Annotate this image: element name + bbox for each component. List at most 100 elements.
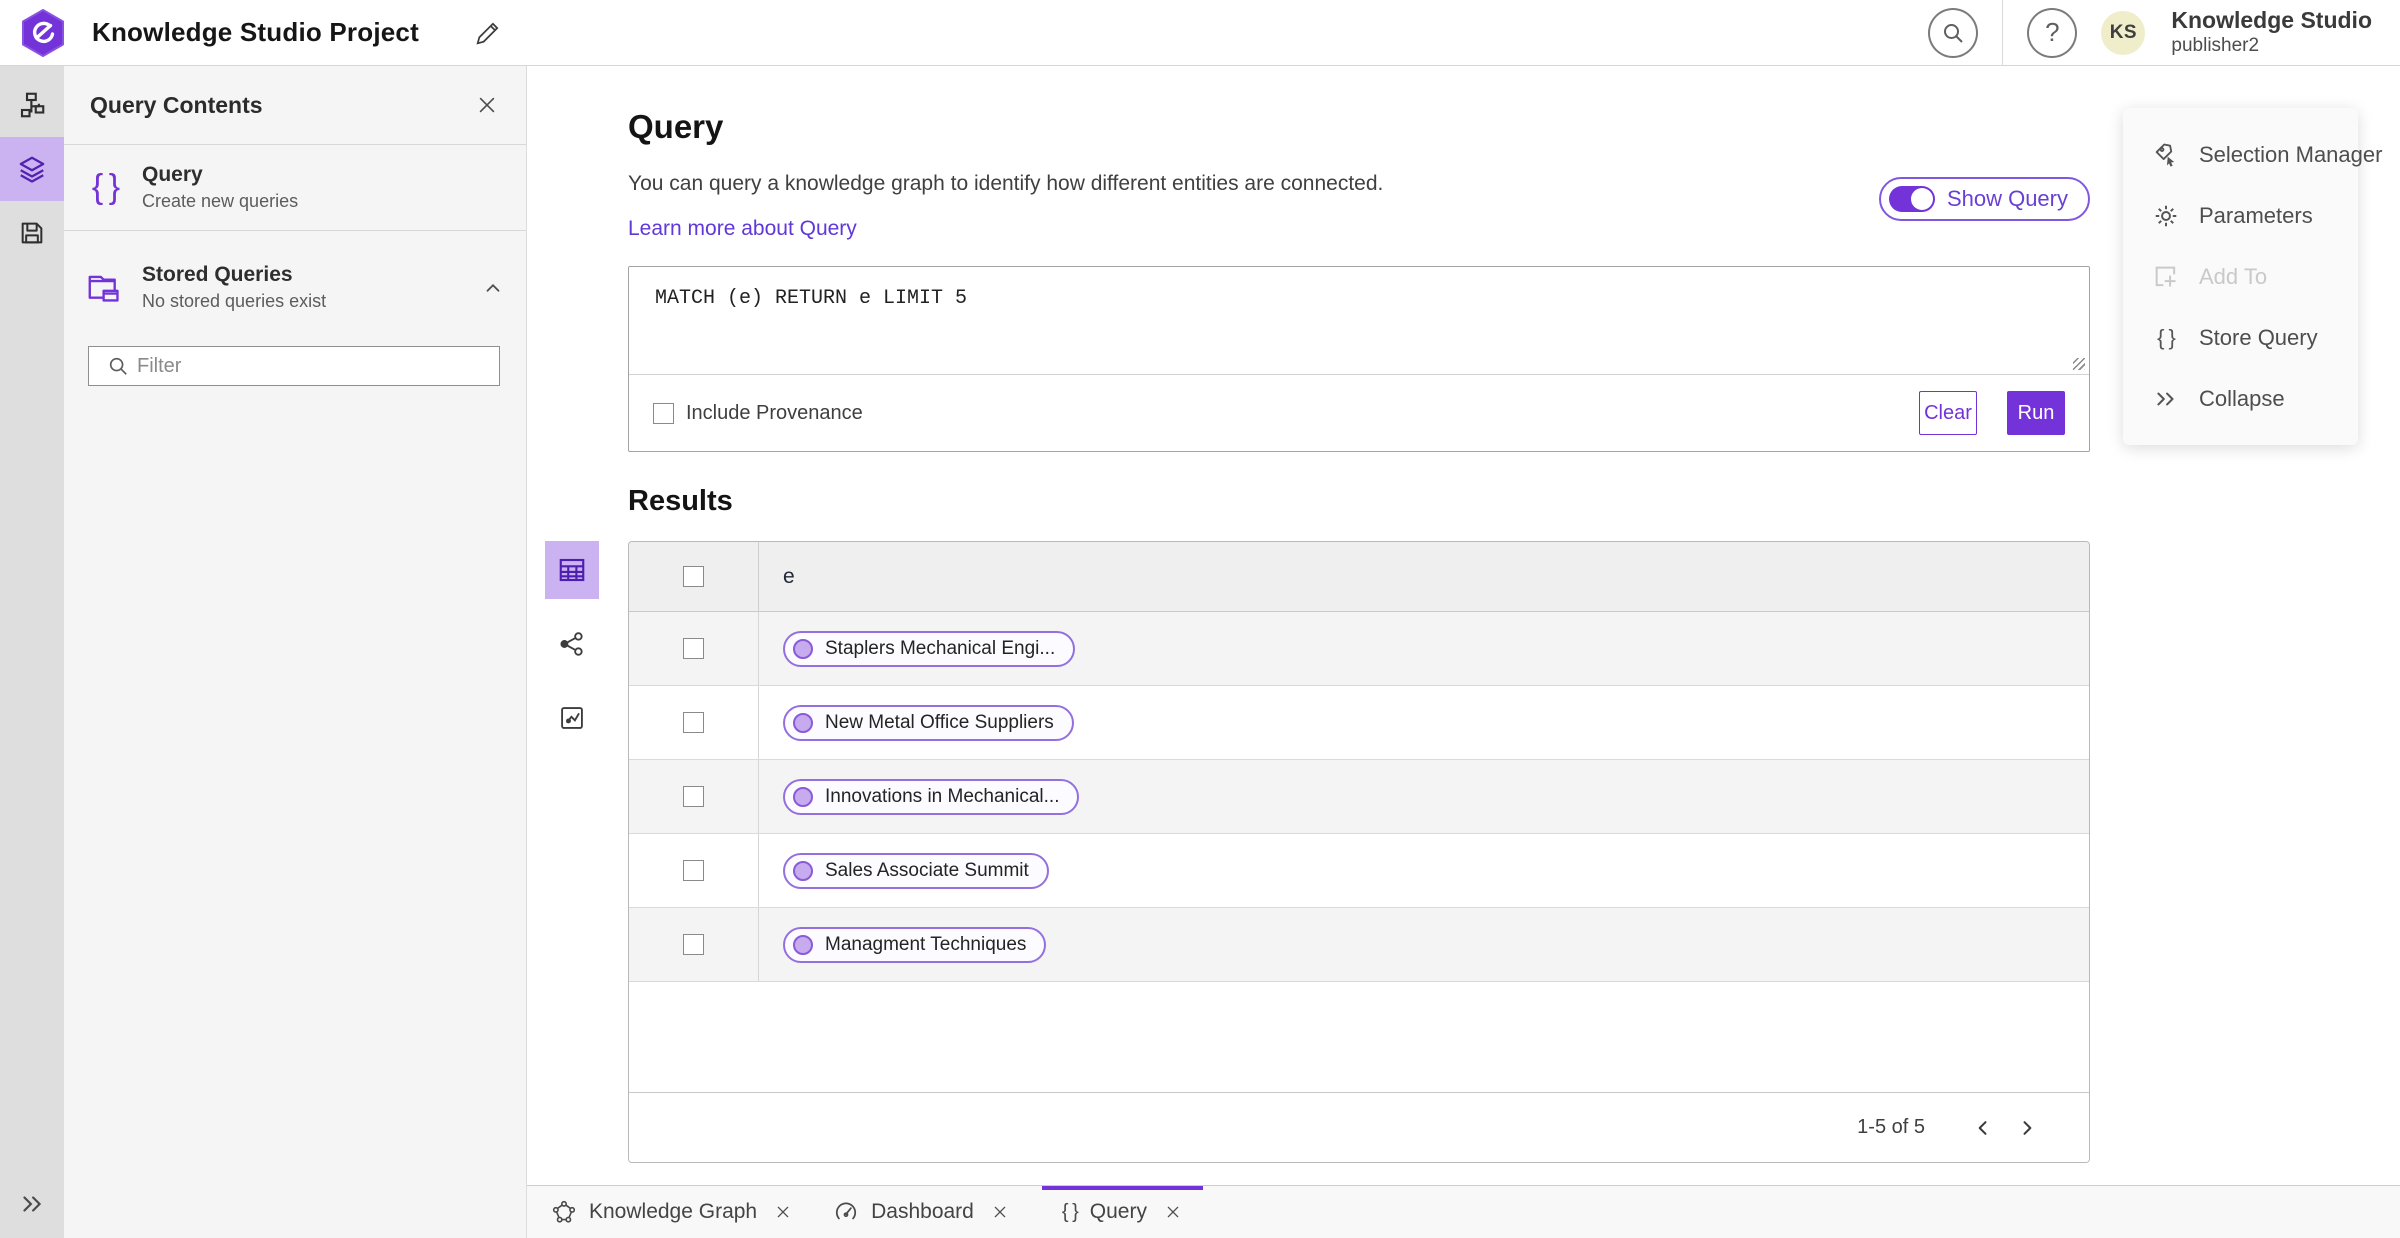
graph-view-icon: [558, 630, 586, 658]
help-button[interactable]: ?: [2029, 9, 2076, 56]
table-header-row: e: [629, 542, 2089, 612]
rail-expand-button[interactable]: [0, 1184, 64, 1224]
rail-item-save[interactable]: [0, 201, 64, 265]
view-link-chart-button[interactable]: [545, 689, 599, 747]
toggle-knob: [1910, 188, 1933, 210]
header-actions: ? KS Knowledge Studio publisher2: [1904, 0, 2400, 66]
table-row: Staplers Mechanical Engi...: [629, 612, 2089, 686]
edit-title-icon[interactable]: [471, 16, 505, 50]
view-graph-button[interactable]: [545, 615, 599, 673]
panel-item-query-subtitle: Create new queries: [142, 191, 299, 211]
panel-item-stored-subtitle: No stored queries exist: [142, 291, 327, 311]
row-checkbox[interactable]: [683, 934, 704, 955]
entity-chip[interactable]: Managment Techniques: [783, 926, 1047, 963]
store-query-button[interactable]: { } Store Query: [2123, 307, 2358, 368]
header-checkbox-cell: [629, 542, 759, 611]
entity-dot-icon: [793, 786, 813, 807]
toggle-label: Show Query: [1946, 186, 2068, 211]
view-table-button[interactable]: [545, 541, 599, 599]
selection-manager-icon: [2149, 141, 2183, 169]
braces-icon: { }: [1061, 1200, 1079, 1223]
parameters-button[interactable]: Parameters: [2123, 185, 2358, 246]
selection-manager-button[interactable]: Selection Manager: [2123, 124, 2382, 185]
select-all-checkbox[interactable]: [683, 566, 704, 587]
header-search-wrap: [1904, 9, 2002, 56]
learn-more-link[interactable]: Learn more about Query: [628, 217, 857, 241]
entity-dot-icon: [793, 934, 813, 955]
table-footer: 1-5 of 5: [629, 1092, 2089, 1162]
table-view-icon: [557, 555, 587, 585]
close-icon[interactable]: [990, 1202, 1010, 1222]
query-description: You can query a knowledge graph to ident…: [628, 172, 1384, 195]
collapse-button[interactable]: Collapse: [2123, 368, 2358, 429]
filter-search-icon: [107, 355, 129, 377]
toggle-switch[interactable]: [1888, 186, 1935, 212]
row-checkbox[interactable]: [683, 860, 704, 881]
help-icon: ?: [2045, 17, 2060, 47]
collapse-icon: [2149, 386, 2183, 412]
search-icon: [1941, 21, 1965, 45]
resize-handle[interactable]: [2073, 358, 2085, 370]
query-editor: MATCH (e) RETURN e LIMIT 5 Include Prove…: [628, 266, 2090, 452]
rail-item-hierarchy[interactable]: [0, 73, 64, 137]
panel-item-query[interactable]: { } Query Create new queries: [64, 145, 526, 231]
panel-close-icon[interactable]: [470, 88, 504, 122]
include-provenance-checkbox[interactable]: [653, 402, 674, 424]
filter-box: [88, 346, 500, 386]
project-title: Knowledge Studio Project: [92, 17, 419, 47]
table-row: New Metal Office Suppliers: [629, 686, 2089, 760]
query-actions-panel: Selection Manager Parameters Add To { }: [2123, 108, 2382, 445]
clear-button[interactable]: Clear: [1919, 391, 1977, 435]
user-name: Knowledge Studio: [2171, 7, 2372, 34]
user-avatar[interactable]: KS: [2101, 10, 2146, 55]
query-text-input[interactable]: MATCH (e) RETURN e LIMIT 5: [629, 267, 2089, 374]
row-checkbox[interactable]: [683, 638, 704, 659]
panel-item-stored-text: Stored Queries No stored queries exist: [142, 263, 326, 312]
panel-item-query-title: Query: [142, 163, 203, 186]
panel-item-stored-title: Stored Queries: [142, 263, 293, 286]
save-icon: [18, 219, 46, 247]
entity-chip[interactable]: New Metal Office Suppliers: [783, 704, 1074, 741]
rail-item-contents[interactable]: [0, 137, 64, 201]
pagination-prev-icon[interactable]: [1961, 1106, 2005, 1150]
filter-input[interactable]: [137, 354, 489, 378]
run-button[interactable]: Run: [2007, 391, 2065, 435]
search-button[interactable]: [1930, 9, 1977, 56]
app-root: Knowledge Studio Project ? KS Knowledge …: [0, 0, 2400, 1238]
query-contents-panel: Query Contents { } Query Create new quer…: [64, 66, 527, 1238]
row-checkbox[interactable]: [683, 712, 704, 733]
main-area: Query You can query a knowledge graph to…: [527, 66, 2400, 1185]
results-heading: Results: [628, 485, 733, 517]
entity-chip[interactable]: Staplers Mechanical Engi...: [783, 630, 1076, 667]
entity-chip[interactable]: Innovations in Mechanical...: [783, 778, 1080, 815]
braces-icon: { }: [2157, 324, 2176, 350]
table-row: Sales Associate Summit: [629, 834, 2089, 908]
entity-chip[interactable]: Sales Associate Summit: [783, 852, 1049, 889]
pagination-next-icon[interactable]: [2005, 1106, 2049, 1150]
results-view-switcher: [545, 541, 599, 747]
entity-dot-icon: [793, 638, 813, 659]
tab-knowledge-graph[interactable]: Knowledge Graph: [531, 1186, 813, 1238]
row-checkbox[interactable]: [683, 786, 704, 807]
close-icon[interactable]: [773, 1202, 793, 1222]
knowledge-graph-icon: [551, 1199, 577, 1225]
tab-dashboard[interactable]: Dashboard: [813, 1186, 1030, 1238]
bottom-tab-bar: Knowledge Graph Dashboard { } Query: [527, 1185, 2400, 1238]
include-provenance-label: Include Provenance: [686, 401, 863, 424]
braces-icon: { }: [91, 168, 120, 206]
filter-wrap: [88, 346, 500, 386]
panel-item-query-text: Query Create new queries: [142, 163, 298, 212]
dashboard-icon: [833, 1199, 859, 1225]
panel-item-stored-queries[interactable]: Stored Queries No stored queries exist: [64, 245, 526, 330]
table-empty-space: [629, 982, 2089, 1092]
folder-icon: [82, 271, 128, 305]
entity-dot-icon: [793, 860, 813, 881]
close-icon[interactable]: [1163, 1202, 1183, 1222]
table-row: Innovations in Mechanical...: [629, 760, 2089, 834]
chevron-up-icon[interactable]: [482, 277, 504, 299]
user-menu[interactable]: Knowledge Studio publisher2: [2171, 8, 2372, 56]
query-editor-toolbar: Include Provenance Clear Run: [629, 375, 2089, 451]
tab-query[interactable]: { } Query: [1041, 1186, 1204, 1238]
app-logo-icon: [20, 8, 66, 58]
show-query-toggle[interactable]: Show Query: [1878, 177, 2090, 221]
